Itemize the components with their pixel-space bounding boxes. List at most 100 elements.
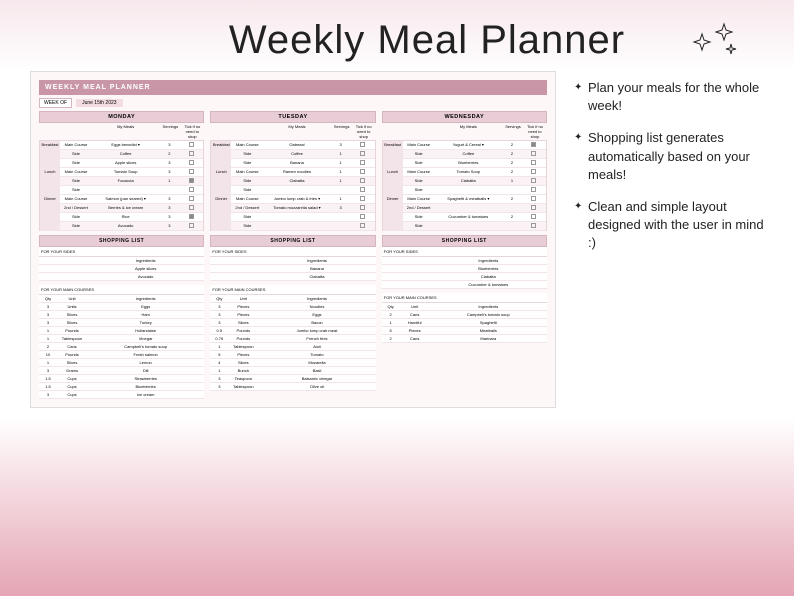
servings-input[interactable]: 2 [502, 159, 522, 167]
servings-input[interactable] [502, 222, 522, 230]
servings-input[interactable]: 3 [159, 159, 179, 167]
shop-checkbox[interactable] [360, 160, 365, 165]
meal-input[interactable]: Rice [92, 213, 159, 221]
meal-input[interactable]: Jumbo lump crab & fries ▾ [263, 195, 330, 203]
shop-checkbox[interactable] [531, 223, 536, 228]
servings-input[interactable]: 3 [159, 141, 179, 149]
course-label: Side [403, 186, 435, 194]
servings-input[interactable] [159, 186, 179, 194]
shop-checkbox[interactable] [531, 196, 536, 201]
servings-input[interactable]: 2 [502, 141, 522, 149]
servings-input[interactable]: 2 [502, 150, 522, 158]
meal-input[interactable]: Tomato Soup [92, 168, 159, 176]
shop-checkbox[interactable] [360, 205, 365, 210]
meal-input[interactable]: Tomato mozzarella salad ▾ [263, 204, 330, 212]
servings-input[interactable]: 1 [331, 159, 351, 167]
meal-input[interactable]: Salmon (pan seared) ▾ [92, 195, 159, 203]
meal-input[interactable]: Yogurt & Cereal ▾ [435, 141, 502, 149]
meal-input[interactable]: Berries & ice cream [92, 204, 159, 212]
servings-input[interactable]: 3 [331, 204, 351, 212]
meal-input[interactable] [435, 204, 502, 212]
shop-checkbox[interactable] [360, 187, 365, 192]
meal-input[interactable]: Cucumber & tomatoes [435, 213, 502, 221]
shop-checkbox[interactable] [531, 151, 536, 156]
shop-checkbox[interactable] [189, 169, 194, 174]
meal-input[interactable] [92, 186, 159, 194]
servings-input[interactable]: 2 [159, 150, 179, 158]
shop-checkbox[interactable] [189, 178, 194, 183]
meal-input[interactable] [435, 222, 502, 230]
shop-checkbox[interactable] [189, 205, 194, 210]
shop-checkbox[interactable] [531, 178, 536, 183]
meal-period-label: Breakfast [211, 141, 231, 149]
servings-input[interactable]: 3 [159, 204, 179, 212]
qty-cell: 3 [210, 319, 228, 326]
meal-input[interactable]: Ciabatta [263, 177, 330, 185]
servings-input[interactable]: 3 [159, 168, 179, 176]
shop-checkbox[interactable] [531, 160, 536, 165]
servings-input[interactable] [331, 186, 351, 194]
meal-input[interactable]: Eggs benedict ▾ [92, 141, 159, 149]
servings-input[interactable]: 3 [331, 141, 351, 149]
servings-input[interactable]: 1 [159, 177, 179, 185]
meal-input[interactable]: Banana [263, 159, 330, 167]
meal-group: Dinner Main Course Spaghetti & meatballs… [382, 195, 547, 231]
servings-input[interactable]: 3 [159, 213, 179, 221]
shop-checkbox[interactable] [531, 169, 536, 174]
servings-input[interactable] [331, 222, 351, 230]
shop-checkbox[interactable] [189, 142, 194, 147]
servings-input[interactable]: 1 [331, 195, 351, 203]
shop-checkbox[interactable] [360, 223, 365, 228]
meal-input[interactable]: Focaccia [92, 177, 159, 185]
servings-input[interactable]: 2 [502, 213, 522, 221]
meal-input[interactable]: Tomato Soup [435, 168, 502, 176]
meal-input[interactable] [263, 222, 330, 230]
servings-input[interactable] [502, 186, 522, 194]
meal-input[interactable]: Coffee [435, 150, 502, 158]
servings-input[interactable]: 1 [331, 177, 351, 185]
shop-checkbox[interactable] [189, 196, 194, 201]
shop-checkbox[interactable] [189, 223, 194, 228]
shop-checkbox[interactable] [531, 205, 536, 210]
meal-input[interactable]: Oatmeal [263, 141, 330, 149]
shop-checkbox[interactable] [189, 214, 194, 219]
shop-checkbox[interactable] [360, 151, 365, 156]
week-of-value[interactable]: June 15th 2023 [76, 99, 122, 107]
servings-input[interactable]: 1 [331, 168, 351, 176]
servings-input[interactable]: 2 [502, 168, 522, 176]
servings-input[interactable]: 3 [159, 195, 179, 203]
unit-cell: Tablespoon [228, 343, 258, 350]
meal-input[interactable]: Blueberries [435, 159, 502, 167]
servings-input[interactable]: 1 [502, 177, 522, 185]
servings-input[interactable] [331, 213, 351, 221]
meal-input[interactable] [263, 213, 330, 221]
meal-input[interactable]: Apple slices [92, 159, 159, 167]
shop-checkbox[interactable] [189, 187, 194, 192]
servings-input[interactable]: 3 [159, 222, 179, 230]
qty-cell: 1 [210, 367, 228, 374]
shop-checkbox[interactable] [531, 214, 536, 219]
qty-cell: 5 [210, 351, 228, 358]
shop-checkbox[interactable] [360, 178, 365, 183]
meal-input[interactable]: Avocado [92, 222, 159, 230]
meal-input[interactable]: Coffee [92, 150, 159, 158]
meal-input[interactable]: Ciabatta [435, 177, 502, 185]
shop-checkbox[interactable] [360, 169, 365, 174]
meal-input[interactable] [435, 186, 502, 194]
shop-checkbox[interactable] [189, 160, 194, 165]
shop-checkbox[interactable] [360, 142, 365, 147]
meal-input[interactable]: Coffee [263, 150, 330, 158]
servings-input[interactable] [502, 204, 522, 212]
servings-input[interactable]: 1 [331, 150, 351, 158]
meal-input[interactable]: Ramen noodles [263, 168, 330, 176]
meal-input[interactable] [263, 186, 330, 194]
servings-input[interactable]: 2 [502, 195, 522, 203]
shop-checkbox[interactable] [531, 142, 536, 147]
shop-checkbox[interactable] [360, 196, 365, 201]
meal-input[interactable]: Spaghetti & meatballs ▾ [435, 195, 502, 203]
meal-row: Side [40, 186, 203, 195]
shop-checkbox[interactable] [531, 187, 536, 192]
feature-bullet: Clean and simple layout designed with th… [574, 198, 764, 253]
shop-checkbox[interactable] [189, 151, 194, 156]
shop-checkbox[interactable] [360, 214, 365, 219]
